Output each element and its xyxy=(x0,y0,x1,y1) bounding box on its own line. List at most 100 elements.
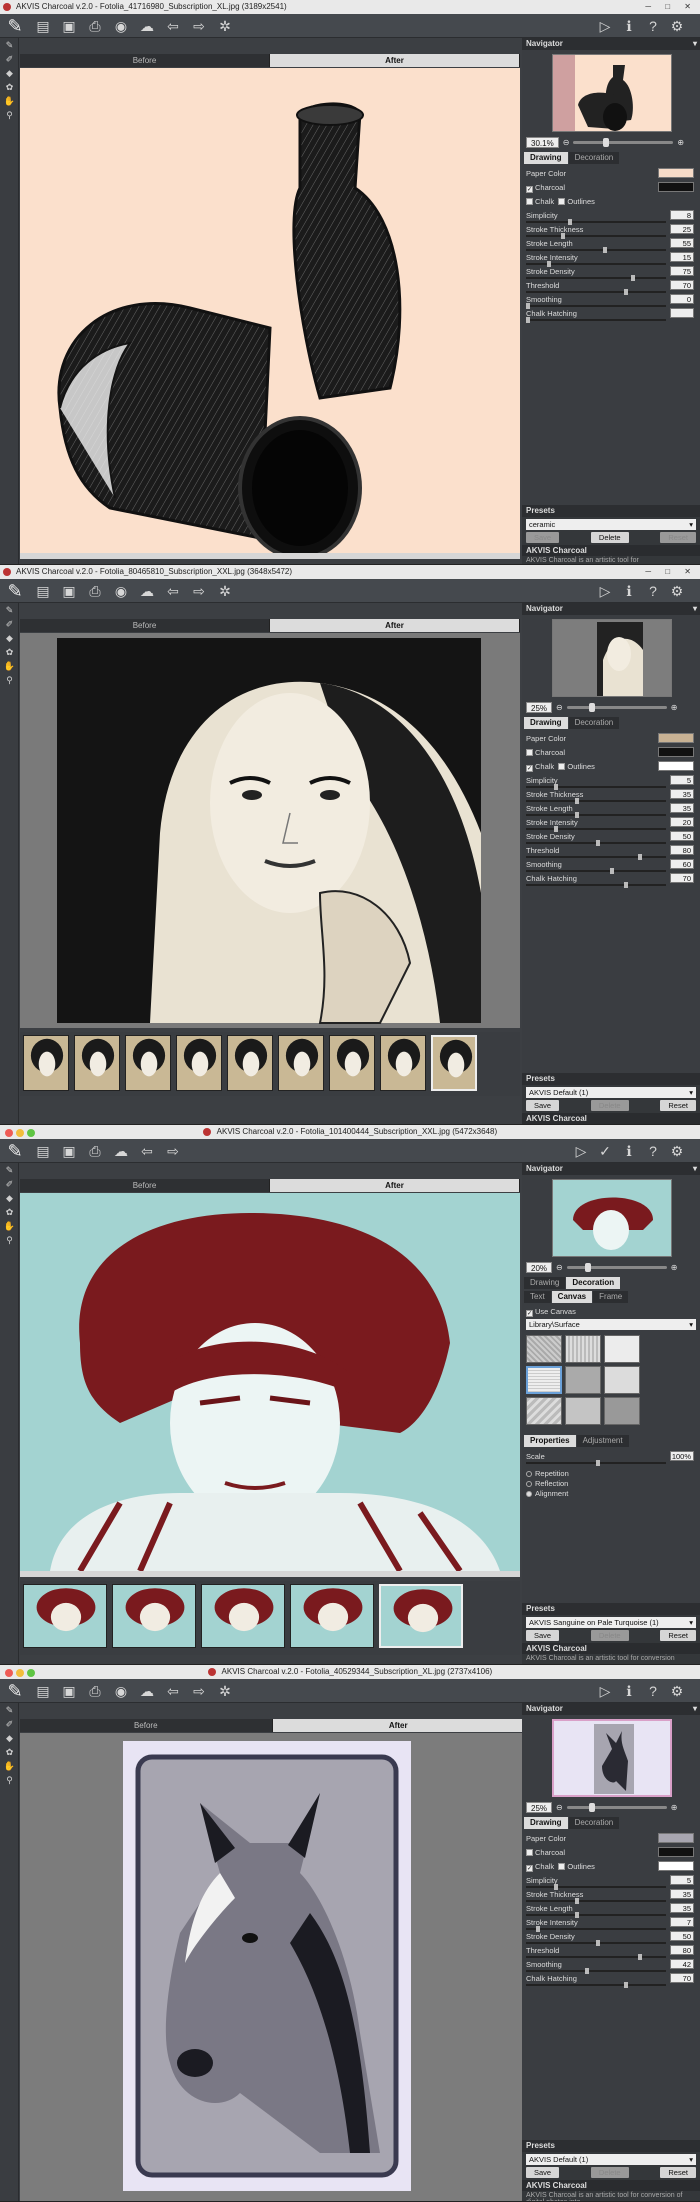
param-value[interactable]: 35 xyxy=(670,1889,694,1899)
preset-thumbnail[interactable] xyxy=(112,1584,196,1648)
tab-adjustment[interactable]: Adjustment xyxy=(576,1435,629,1447)
window-controls[interactable]: ─ □ ✕ xyxy=(645,0,697,14)
tab-after[interactable]: After xyxy=(270,1179,520,1192)
stamp-tool-icon[interactable]: ✿ xyxy=(0,645,19,659)
open-icon[interactable]: ▤ xyxy=(34,582,52,600)
param-slider[interactable] xyxy=(526,1982,666,1988)
zoom-value[interactable]: 25% xyxy=(526,1801,553,1813)
texture-tile[interactable] xyxy=(604,1366,640,1394)
reset-button[interactable]: Reset xyxy=(660,1100,696,1111)
settings-icon[interactable]: ⚙ xyxy=(668,17,686,35)
image-canvas[interactable] xyxy=(20,1733,525,2201)
undo-icon[interactable]: ⇦ xyxy=(164,17,182,35)
tab-before[interactable]: Before xyxy=(20,619,270,632)
save-icon[interactable]: ▣ xyxy=(60,1142,78,1160)
tab-after[interactable]: After xyxy=(270,619,520,632)
horizontal-scrollbar[interactable] xyxy=(20,1571,520,1577)
undo-icon[interactable]: ⇦ xyxy=(164,1682,182,1700)
tab-properties[interactable]: Properties xyxy=(524,1435,576,1447)
hand-tool-icon[interactable]: ✋ xyxy=(0,94,19,108)
chalk-checkbox[interactable]: ✓ Chalk Outlines xyxy=(526,761,696,775)
param-slider[interactable] xyxy=(526,317,666,323)
param-value[interactable]: 80 xyxy=(670,1945,694,1955)
navigator-thumbnail[interactable] xyxy=(552,619,672,697)
pencil-tool-icon[interactable]: ✎ xyxy=(0,1703,19,1717)
redo-icon[interactable]: ⇨ xyxy=(190,17,208,35)
horizontal-scrollbar[interactable] xyxy=(20,553,520,559)
stamp-tool-icon[interactable]: ✿ xyxy=(0,80,19,94)
texture-tile[interactable] xyxy=(565,1335,601,1363)
share-icon[interactable]: ◉ xyxy=(112,1682,130,1700)
window-controls[interactable]: ─ □ ✕ xyxy=(645,565,697,579)
help-icon[interactable]: ? xyxy=(644,1142,662,1160)
param-slider[interactable] xyxy=(526,219,666,225)
image-canvas[interactable] xyxy=(20,633,520,1028)
save-icon[interactable]: ▣ xyxy=(60,1682,78,1700)
brush-tool-icon[interactable]: ✐ xyxy=(0,52,19,66)
hand-tool-icon[interactable]: ✋ xyxy=(0,1219,19,1233)
texture-tile[interactable] xyxy=(526,1335,562,1363)
tab-canvas[interactable]: Canvas xyxy=(551,1291,593,1303)
eraser-tool-icon[interactable]: ◆ xyxy=(0,631,19,645)
param-slider[interactable] xyxy=(526,247,666,253)
preset-select[interactable]: AKVIS Sanguine on Pale Turquoise (1) xyxy=(526,1617,696,1628)
navigator-thumbnail[interactable] xyxy=(552,1179,672,1257)
chalk-checkbox[interactable]: ✓ Chalk Outlines xyxy=(526,1861,696,1875)
texture-tile[interactable] xyxy=(526,1397,562,1425)
zoom-slider[interactable] xyxy=(566,702,667,712)
texture-tile[interactable] xyxy=(604,1397,640,1425)
print-icon[interactable]: ⎙ xyxy=(86,1682,104,1700)
preset-select[interactable]: AKVIS Default (1) xyxy=(526,2154,696,2165)
param-slider[interactable] xyxy=(526,868,666,874)
delete-button[interactable]: Delete xyxy=(590,1100,629,1111)
stamp-tool-icon[interactable]: ✿ xyxy=(0,1745,19,1759)
tab-decoration[interactable]: Decoration xyxy=(568,1817,620,1829)
image-canvas[interactable] xyxy=(20,68,520,553)
param-slider[interactable] xyxy=(526,882,666,888)
navigator-thumbnail[interactable] xyxy=(552,1719,672,1797)
settings-icon[interactable]: ⚙ xyxy=(668,1682,686,1700)
param-slider[interactable] xyxy=(526,289,666,295)
param-value[interactable]: 35 xyxy=(670,789,694,799)
preset-thumbnail[interactable] xyxy=(74,1035,120,1091)
share-icon[interactable]: ◉ xyxy=(112,17,130,35)
preset-thumbnail[interactable] xyxy=(329,1035,375,1091)
zoom-tool-icon[interactable]: ⚲ xyxy=(0,1233,19,1247)
zoom-tool-icon[interactable]: ⚲ xyxy=(0,1773,19,1787)
preset-thumbnail[interactable] xyxy=(23,1584,107,1648)
zoom-value[interactable]: 20% xyxy=(526,1261,553,1273)
preset-thumbnail[interactable] xyxy=(431,1035,477,1091)
eraser-tool-icon[interactable]: ◆ xyxy=(0,1191,19,1205)
open-icon[interactable]: ▤ xyxy=(34,1682,52,1700)
preset-select[interactable]: AKVIS Default (1) xyxy=(526,1087,696,1098)
param-value[interactable]: 7 xyxy=(670,1917,694,1927)
param-value[interactable]: 42 xyxy=(670,1959,694,1969)
info-icon[interactable]: ℹ xyxy=(620,1142,638,1160)
info-icon[interactable]: ℹ xyxy=(620,1682,638,1700)
radio-repetition[interactable]: Repetition xyxy=(526,1469,569,1479)
tab-drawing[interactable]: Drawing xyxy=(524,1817,568,1829)
paper-color-swatch[interactable] xyxy=(658,733,694,743)
share-icon[interactable]: ☁ xyxy=(112,1142,130,1160)
preset-thumbnail[interactable] xyxy=(379,1584,463,1648)
undo-icon[interactable]: ⇦ xyxy=(138,1142,156,1160)
library-select[interactable]: Library\Surface xyxy=(526,1319,696,1330)
preferences-gear-icon[interactable]: ✲ xyxy=(216,17,234,35)
info-icon[interactable]: ℹ xyxy=(620,17,638,35)
param-value[interactable]: 8 xyxy=(670,210,694,220)
tab-drawing[interactable]: Drawing xyxy=(524,152,568,164)
param-value[interactable]: 35 xyxy=(670,1903,694,1913)
param-value[interactable]: 70 xyxy=(670,280,694,290)
batch-icon[interactable]: ☁ xyxy=(138,17,156,35)
param-slider[interactable] xyxy=(526,233,666,239)
zoom-value[interactable]: 25% xyxy=(526,701,553,713)
info-icon[interactable]: ℹ xyxy=(620,582,638,600)
param-slider[interactable] xyxy=(526,275,666,281)
save-button[interactable]: Save xyxy=(526,1630,560,1641)
zoom-tool-icon[interactable]: ⚲ xyxy=(0,108,19,122)
param-value[interactable]: 50 xyxy=(670,1931,694,1941)
redo-icon[interactable]: ⇨ xyxy=(164,1142,182,1160)
param-value[interactable]: 5 xyxy=(670,1875,694,1885)
tab-frame[interactable]: Frame xyxy=(593,1291,629,1303)
slider-knob[interactable] xyxy=(526,317,530,323)
